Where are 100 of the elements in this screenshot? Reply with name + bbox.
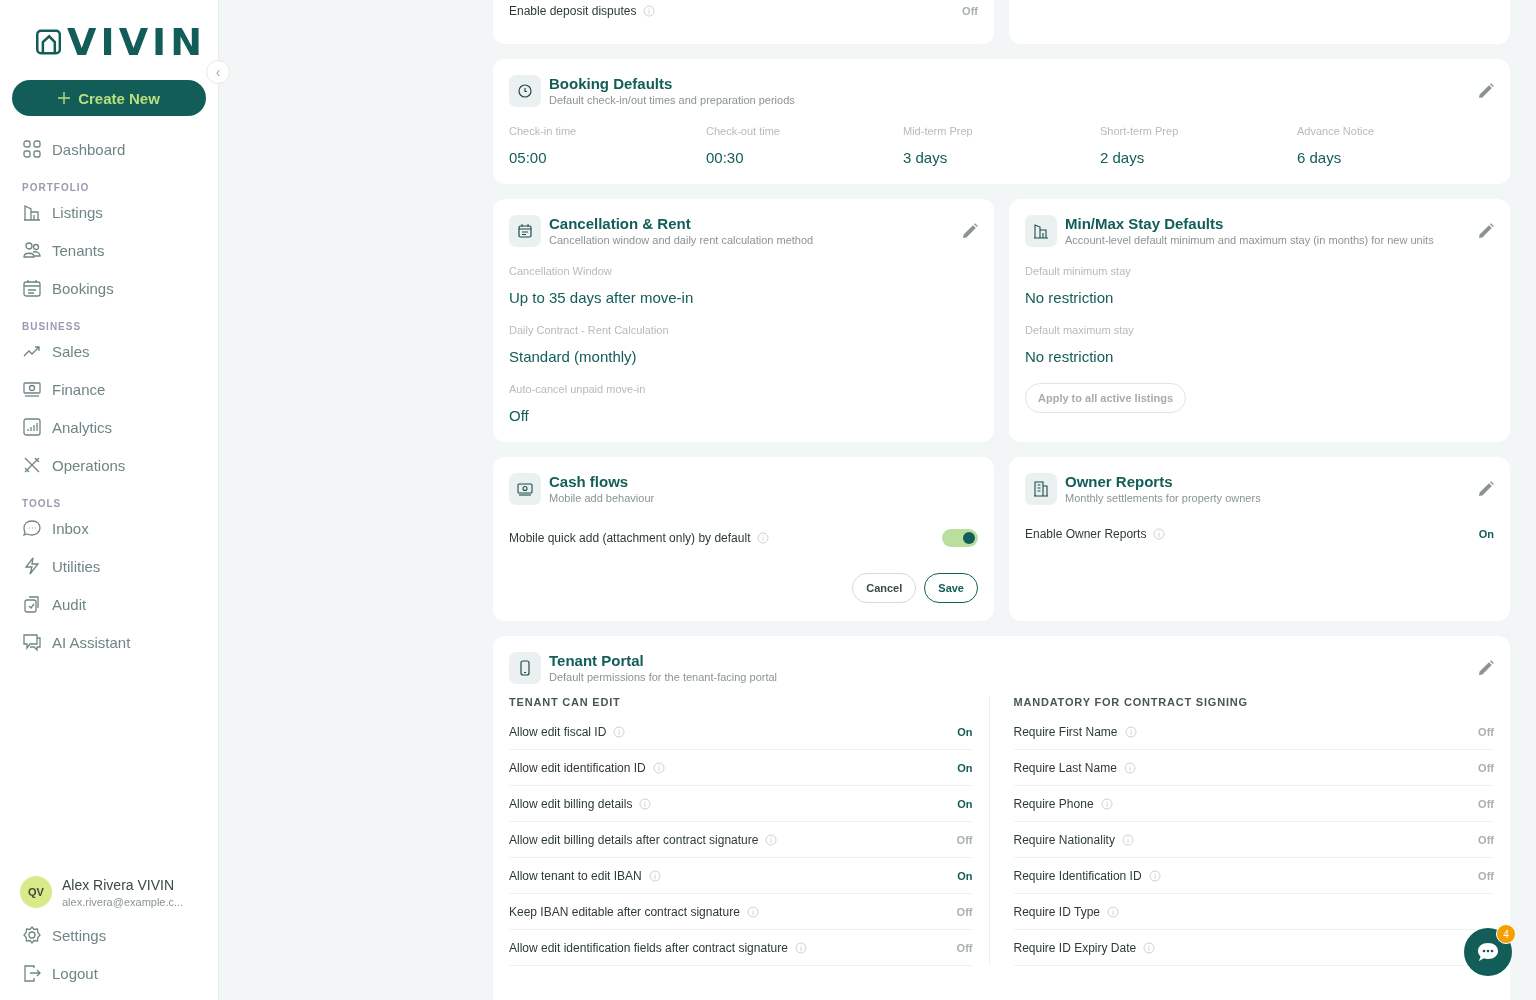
setting-value: Off — [1478, 869, 1494, 882]
create-new-button[interactable]: Create New — [12, 80, 206, 116]
logo-text: VIVIN — [67, 22, 206, 61]
info-icon — [1124, 725, 1137, 738]
field-label: Cancellation Window — [509, 265, 613, 277]
calendar-icon — [509, 215, 541, 247]
column-heading: TENANT CAN EDIT — [509, 696, 622, 708]
nav-item[interactable]: Bookings — [12, 269, 206, 307]
field-value: 00:30 — [706, 149, 745, 166]
nav-item[interactable]: Finance — [12, 370, 206, 408]
cancel-button[interactable]: Cancel — [852, 573, 917, 603]
section-heading: TOOLS — [22, 498, 63, 509]
setting-value: Off — [956, 905, 973, 918]
field-label: Advance Notice — [1297, 125, 1376, 137]
nav-item[interactable]: Analytics — [12, 408, 206, 446]
setting-value: Off — [1478, 725, 1494, 738]
card-subtitle: Cancellation window and daily rent calculation method — [549, 234, 815, 246]
field-value: 05:00 — [509, 149, 548, 166]
card-subtitle: Monthly settlements for property owners — [1065, 492, 1262, 504]
info-icon — [643, 5, 656, 17]
card-title: Cancellation & Rent — [549, 215, 692, 232]
nav-item[interactable]: Audit — [12, 585, 206, 623]
setting-label: Allow edit identification fields after contract signature — [509, 940, 788, 955]
user-email: alex.rivera@example.c... — [62, 895, 184, 908]
edit-icon[interactable] — [1478, 481, 1494, 497]
setting-label: Allow edit fiscal ID — [509, 724, 607, 739]
calendar-icon — [22, 278, 42, 298]
nav-item[interactable]: Settings — [12, 916, 206, 954]
bolt-icon — [22, 556, 42, 576]
info-icon — [746, 905, 759, 918]
settings-icon — [22, 925, 42, 945]
collapse-button[interactable]: ‹ — [206, 60, 230, 84]
setting-label: Mobile quick add (attachment only) by default — [509, 531, 751, 545]
building-icon — [1025, 215, 1057, 247]
setting-value: Off — [1478, 833, 1494, 846]
setting-value: Off — [1478, 761, 1494, 774]
setting-label: Require Phone — [1013, 796, 1094, 811]
setting-value: Off — [956, 941, 973, 954]
card-title: Min/Max Stay Defaults — [1065, 215, 1225, 232]
money-icon — [509, 473, 541, 505]
info-icon — [639, 797, 652, 810]
field-value: Off — [509, 407, 530, 424]
nav-item[interactable]: Listings — [12, 193, 206, 231]
setting-value: Off — [1478, 797, 1494, 810]
chart-icon — [22, 417, 42, 437]
grid-icon — [22, 139, 42, 159]
setting-value: On — [957, 725, 973, 738]
edit-icon[interactable] — [962, 223, 978, 239]
setting-value: Off — [956, 833, 973, 846]
apply-button[interactable]: Apply to all active listings — [1025, 383, 1187, 413]
card-subtitle: Mobile add behaviour — [549, 492, 656, 504]
edit-icon[interactable] — [1478, 83, 1494, 99]
field-value: 3 days — [903, 149, 949, 166]
nav-item[interactable]: Inbox — [12, 509, 206, 547]
edit-icon[interactable] — [1478, 223, 1494, 239]
nav-item[interactable]: Sales — [12, 332, 206, 370]
bubble-icon — [22, 632, 42, 652]
chat-icon — [1477, 942, 1499, 962]
setting-label: Allow edit identification ID — [509, 760, 646, 775]
setting-label: Keep IBAN editable after contract signature — [509, 904, 740, 919]
nav-item[interactable]: AI Assistant — [12, 623, 206, 661]
field-value: 2 days — [1100, 149, 1146, 166]
field-value: Up to 35 days after move-in — [509, 289, 695, 306]
avatar: QV — [20, 876, 52, 908]
card-title: Owner Reports — [1065, 473, 1174, 490]
notification-badge: 4 — [1496, 924, 1516, 944]
card-title: Booking Defaults — [549, 75, 674, 92]
nav-item[interactable]: Utilities — [12, 547, 206, 585]
setting-label: Require ID Expiry Date — [1013, 940, 1137, 955]
toggle-switch[interactable] — [942, 529, 978, 547]
field-label: Default minimum stay — [1025, 265, 1132, 277]
nav-item[interactable]: Operations — [12, 446, 206, 484]
info-icon — [1121, 833, 1134, 846]
edit-icon[interactable] — [1478, 660, 1494, 676]
clock-icon — [509, 75, 541, 107]
info-icon — [1143, 941, 1156, 954]
money-icon — [22, 379, 42, 399]
info-icon — [613, 725, 626, 738]
nav-item[interactable]: Tenants — [12, 231, 206, 269]
field-value: Standard (monthly) — [509, 348, 638, 365]
setting-label: Require First Name — [1013, 724, 1118, 739]
setting-label: Require Nationality — [1013, 832, 1115, 847]
card-subtitle: Account-level default minimum and maximum stay (in months) for new units — [1065, 234, 1435, 246]
clip-icon — [22, 594, 42, 614]
nav-item[interactable]: Dashboard — [12, 130, 206, 168]
field-label: Short-term Prep — [1100, 125, 1180, 137]
section-heading: BUSINESS — [22, 321, 83, 332]
nav-item[interactable]: Logout — [12, 954, 206, 992]
setting-label: Require Last Name — [1013, 760, 1117, 775]
setting-value: On — [957, 761, 973, 774]
building-icon — [22, 202, 42, 222]
logout-icon — [22, 963, 42, 983]
plus-icon — [58, 92, 71, 104]
user-name: Alex Rivera VIVIN — [62, 876, 176, 893]
save-button[interactable]: Save — [924, 573, 978, 603]
card-subtitle: Default permissions for the tenant-facing portal — [549, 671, 779, 683]
people-icon — [22, 240, 42, 260]
setting-label: Allow edit billing details after contract signature — [509, 832, 759, 847]
card-title: Cash flows — [549, 473, 630, 490]
chat-icon — [22, 518, 42, 538]
